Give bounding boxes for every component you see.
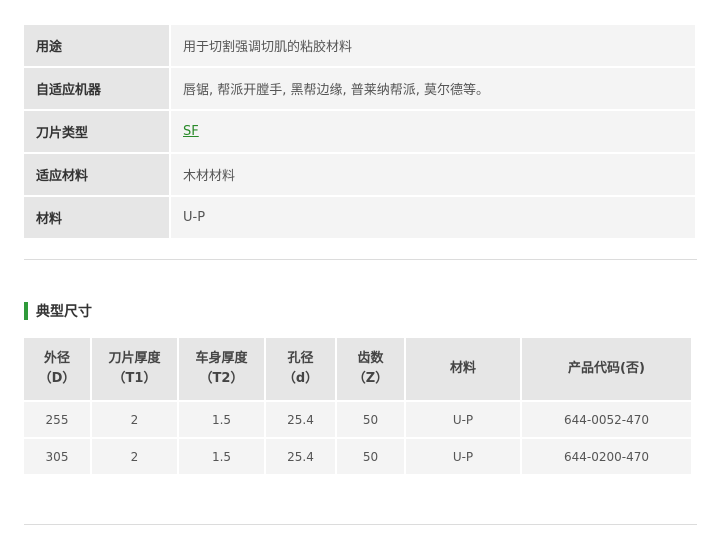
table-cell: 305 bbox=[24, 439, 90, 474]
spec-label: 刀片类型 bbox=[24, 111, 171, 152]
dimensions-table: 外径 （D） 刀片厚度 （T1） 车身厚度 （T2） 孔径 （d） 齿数 （Z） 材料 产… bbox=[22, 336, 693, 476]
column-header: 材料 bbox=[406, 338, 520, 400]
spec-row-material-applicable: 适应材料 木材材料 bbox=[24, 154, 695, 195]
heading-accent-bar bbox=[24, 302, 28, 320]
blade-type-link[interactable]: SF bbox=[183, 124, 199, 139]
table-cell: 25.4 bbox=[266, 402, 335, 437]
spec-value-cell: SF bbox=[171, 111, 695, 152]
section-divider bbox=[24, 259, 697, 260]
table-cell: 50 bbox=[337, 439, 404, 474]
spec-value: 唇锯, 帮派开膛手, 黑帮边缘, 普莱纳帮派, 莫尔德等。 bbox=[171, 68, 695, 109]
section-heading: 典型尺寸 bbox=[24, 302, 92, 320]
table-row: 255 2 1.5 25.4 50 U-P 644-0052-470 bbox=[24, 402, 691, 437]
spec-row-material: 材料 U-P bbox=[24, 197, 695, 238]
table-cell: 255 bbox=[24, 402, 90, 437]
spec-row-machines: 自适应机器 唇锯, 帮派开膛手, 黑帮边缘, 普莱纳帮派, 莫尔德等。 bbox=[24, 68, 695, 109]
table-cell: 25.4 bbox=[266, 439, 335, 474]
table-cell: U-P bbox=[406, 402, 520, 437]
table-cell: 2 bbox=[92, 439, 177, 474]
section-title: 典型尺寸 bbox=[36, 304, 92, 320]
table-row: 305 2 1.5 25.4 50 U-P 644-0200-470 bbox=[24, 439, 691, 474]
spec-label: 适应材料 bbox=[24, 154, 171, 195]
spec-row-blade-type: 刀片类型 SF bbox=[24, 111, 695, 152]
column-header: 齿数 （Z） bbox=[337, 338, 404, 400]
spec-value: 木材材料 bbox=[171, 154, 695, 195]
spec-label: 材料 bbox=[24, 197, 171, 238]
table-header-row: 外径 （D） 刀片厚度 （T1） 车身厚度 （T2） 孔径 （d） 齿数 （Z） 材料 产… bbox=[24, 338, 691, 400]
column-header: 刀片厚度 （T1） bbox=[92, 338, 177, 400]
column-header: 产品代码(否) bbox=[522, 338, 691, 400]
table-cell: 1.5 bbox=[179, 402, 264, 437]
table-cell: 2 bbox=[92, 402, 177, 437]
table-cell: U-P bbox=[406, 439, 520, 474]
table-cell: 644-0052-470 bbox=[522, 402, 691, 437]
spec-value: U-P bbox=[171, 197, 695, 238]
column-header: 外径 （D） bbox=[24, 338, 90, 400]
spec-table: 用途 用于切割强调切肌的粘胶材料 自适应机器 唇锯, 帮派开膛手, 黑帮边缘, … bbox=[24, 23, 695, 240]
table-cell: 1.5 bbox=[179, 439, 264, 474]
spec-row-usage: 用途 用于切割强调切肌的粘胶材料 bbox=[24, 25, 695, 66]
spec-label: 用途 bbox=[24, 25, 171, 66]
table-cell: 644-0200-470 bbox=[522, 439, 691, 474]
spec-label: 自适应机器 bbox=[24, 68, 171, 109]
column-header: 孔径 （d） bbox=[266, 338, 335, 400]
spec-value: 用于切割强调切肌的粘胶材料 bbox=[171, 25, 695, 66]
column-header: 车身厚度 （T2） bbox=[179, 338, 264, 400]
bottom-divider bbox=[24, 524, 697, 525]
table-cell: 50 bbox=[337, 402, 404, 437]
